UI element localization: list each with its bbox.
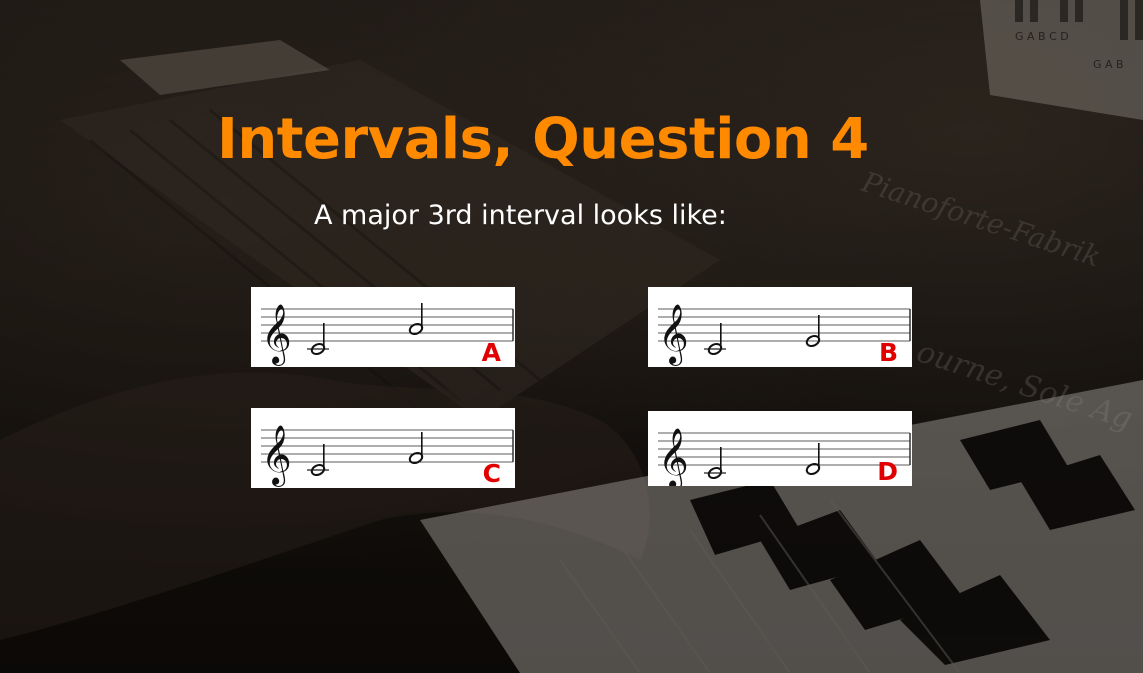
answer-option-d[interactable]: 𝄞 D — [648, 411, 912, 486]
treble-clef-icon: 𝄞 — [261, 425, 292, 487]
answer-option-a[interactable]: 𝄞 A — [251, 287, 515, 367]
treble-clef-icon: 𝄞 — [261, 304, 292, 366]
half-note — [704, 323, 726, 355]
treble-clef-icon: 𝄞 — [658, 428, 689, 486]
question-title: Intervals, Question 4 — [217, 107, 869, 172]
option-letter-b: B — [878, 338, 898, 367]
option-letter-c: C — [482, 459, 501, 488]
half-note — [408, 432, 424, 464]
staff-notation-a: 𝄞 — [261, 303, 514, 366]
piano-background-image: G A B C D G A B Pianoforte-Fabrik ourne,… — [0, 0, 1143, 673]
option-letter-d: D — [877, 457, 898, 486]
half-note — [307, 444, 329, 476]
staff-notation-d: 𝄞 — [658, 428, 911, 486]
half-note — [805, 315, 821, 347]
half-note — [307, 323, 329, 355]
piano-keys-illustration: G A B C D G A B Pianoforte-Fabrik ourne,… — [0, 0, 1143, 673]
staff-notation-c: 𝄞 — [261, 425, 514, 487]
half-note — [805, 443, 821, 475]
question-prompt: A major 3rd interval looks like: — [314, 200, 727, 231]
treble-clef-icon: 𝄞 — [658, 304, 689, 366]
staff-notation-b: 𝄞 — [658, 304, 911, 366]
option-letter-a: A — [481, 338, 501, 367]
answer-option-c[interactable]: 𝄞 C — [251, 408, 515, 488]
half-note — [704, 447, 726, 479]
half-note — [408, 303, 424, 335]
answer-option-b[interactable]: 𝄞 B — [648, 287, 912, 367]
